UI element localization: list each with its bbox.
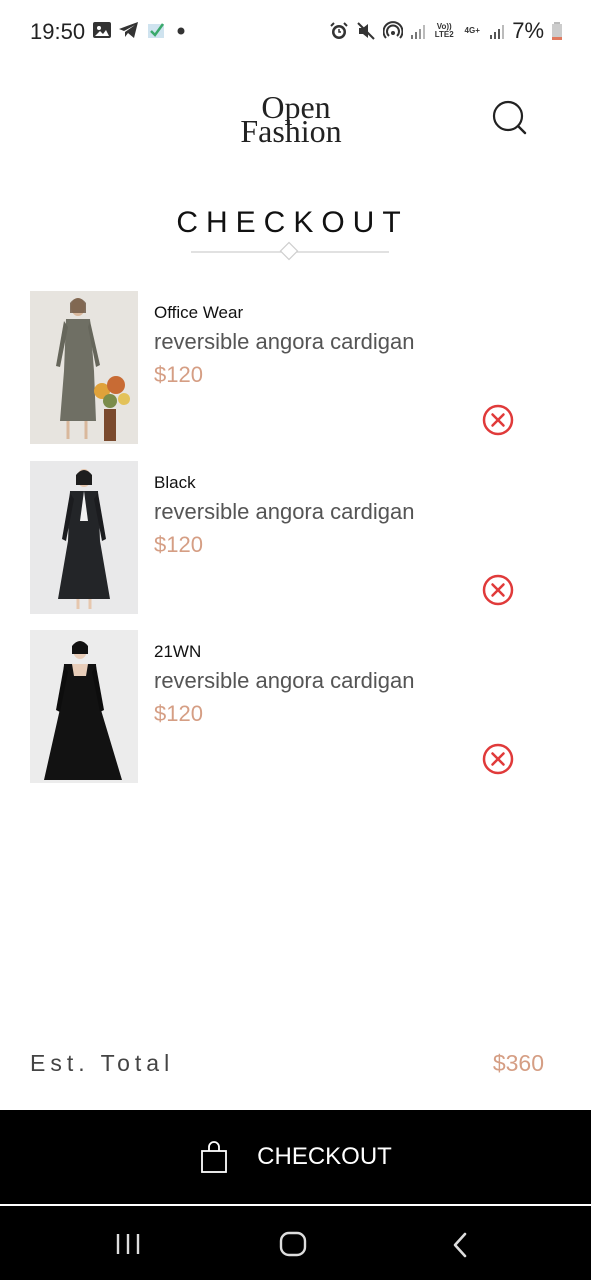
network-type-label: 4G+ [464, 26, 480, 35]
signal-icon-2 [490, 25, 505, 39]
item-brand: Black [154, 472, 196, 492]
home-icon[interactable] [279, 1231, 307, 1257]
item-name[interactable]: reversible angora cardigan [154, 329, 415, 355]
cart-list: Office Wear reversible angora cardigan $… [30, 291, 560, 800]
product-image[interactable] [30, 460, 138, 614]
notification-icons [92, 20, 188, 40]
hotspot-icon [383, 21, 404, 39]
product-image[interactable] [30, 291, 138, 444]
telegram-icon [119, 22, 138, 38]
checkout-button-label: CHECKOUT [257, 1143, 392, 1170]
checkout-button[interactable]: CHECKOUT [0, 1110, 591, 1204]
cart-item[interactable]: Black reversible angora cardigan $120 [30, 460, 560, 631]
total-value: $360 [492, 1050, 544, 1076]
shopping-bag-icon [201, 1141, 228, 1173]
open-fashion-logo[interactable]: Open Fashion [226, 88, 356, 150]
cart-item[interactable]: 21WN reversible angora cardigan $120 [30, 630, 560, 800]
system-nav-bar [0, 1206, 591, 1280]
back-icon[interactable] [450, 1231, 470, 1259]
item-brand: Office Wear [154, 303, 244, 322]
status-bar: 19:50 Vo)) LTE2 4G+ 7% [0, 0, 591, 64]
status-time: 19:50 [30, 19, 86, 44]
item-brand: 21WN [154, 642, 202, 661]
product-image[interactable] [30, 630, 138, 783]
item-price: $120 [154, 362, 203, 387]
item-name[interactable]: reversible angora cardigan [154, 499, 415, 525]
signal-icon [411, 25, 426, 39]
item-price: $120 [154, 531, 203, 557]
remove-item-icon[interactable] [482, 404, 514, 436]
system-status-icons: Vo)) LTE2 4G+ 7% [329, 18, 563, 44]
alarm-icon [330, 22, 348, 39]
total-label: Est. Total [30, 1050, 175, 1076]
check-app-icon [148, 23, 165, 38]
battery-percent: 7% [512, 18, 544, 43]
remove-item-icon[interactable] [482, 574, 514, 606]
volte-label: Vo)) LTE2 [434, 22, 454, 39]
cart-item[interactable]: Office Wear reversible angora cardigan $… [30, 291, 560, 461]
recent-apps-icon[interactable] [114, 1233, 142, 1255]
search-icon[interactable] [490, 98, 530, 138]
item-name[interactable]: reversible angora cardigan [154, 668, 415, 694]
title-divider [191, 241, 389, 261]
battery-icon [552, 22, 562, 40]
logo-line-2: Fashion [240, 113, 341, 149]
item-price: $120 [154, 701, 203, 726]
page-title: CHECKOUT [176, 206, 409, 239]
mute-icon [357, 22, 375, 40]
remove-item-icon[interactable] [482, 743, 514, 775]
gallery-icon [93, 22, 111, 38]
dot-icon [177, 27, 185, 35]
